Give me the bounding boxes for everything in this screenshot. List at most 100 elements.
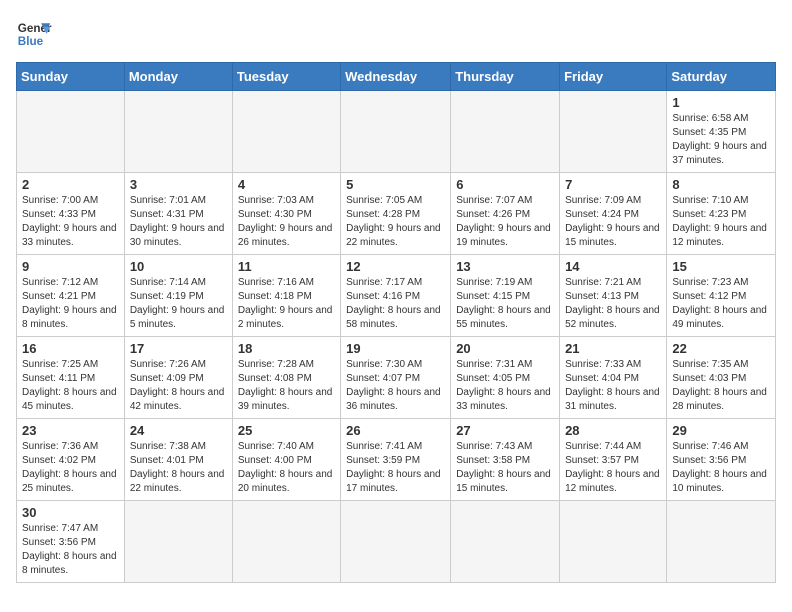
calendar-week: 1Sunrise: 6:58 AM Sunset: 4:35 PM Daylig… — [17, 91, 776, 173]
calendar-cell: 27 Sunrise: 7:43 AM Sunset: 3:58 PM Dayli… — [451, 419, 560, 501]
calendar-cell: 19 Sunrise: 7:30 AM Sunset: 4:07 PM Dayli… — [341, 337, 451, 419]
calendar-week: 16 Sunrise: 7:25 AM Sunset: 4:11 PM Dayli… — [17, 337, 776, 419]
calendar-cell — [17, 91, 125, 173]
day-info: Sunrise: 7:01 AM Sunset: 4:31 PM Dayligh… — [130, 194, 227, 250]
day-info: Sunrise: 7:41 AM Sunset: 3:59 PM Dayligh… — [346, 440, 445, 496]
day-number: 25 — [238, 423, 335, 438]
weekday-header: Saturday — [667, 63, 776, 91]
calendar-cell: 7Sunrise: 7:09 AM Sunset: 4:24 PM Daylig… — [560, 173, 667, 255]
day-number: 6 — [456, 177, 554, 192]
day-number: 19 — [346, 341, 445, 356]
day-info: Sunrise: 7:07 AM Sunset: 4:26 PM Dayligh… — [456, 194, 554, 250]
day-number: 24 — [130, 423, 227, 438]
day-number: 13 — [456, 259, 554, 274]
day-number: 11 — [238, 259, 335, 274]
day-number: 21 — [565, 341, 661, 356]
calendar-cell: 11 Sunrise: 7:16 AM Sunset: 4:18 PM Dayli… — [232, 255, 340, 337]
calendar-cell: 22Sunrise: 7:35 AM Sunset: 4:03 PM Dayli… — [667, 337, 776, 419]
calendar-week: 2 Sunrise: 7:00 AM Sunset: 4:33 PM Daylig… — [17, 173, 776, 255]
day-number: 4 — [238, 177, 335, 192]
day-info: Sunrise: 7:00 AM Sunset: 4:33 PM Dayligh… — [22, 194, 119, 250]
calendar: SundayMondayTuesdayWednesdayThursdayFrid… — [16, 62, 776, 583]
calendar-cell: 8Sunrise: 7:10 AM Sunset: 4:23 PM Daylig… — [667, 173, 776, 255]
calendar-cell: 24 Sunrise: 7:38 AM Sunset: 4:01 PM Dayli… — [124, 419, 232, 501]
calendar-week: 9Sunrise: 7:12 AM Sunset: 4:21 PM Daylig… — [17, 255, 776, 337]
day-info: Sunrise: 7:23 AM Sunset: 4:12 PM Dayligh… — [672, 276, 770, 332]
logo: General Blue — [16, 16, 56, 52]
calendar-cell: 20Sunrise: 7:31 AM Sunset: 4:05 PM Dayli… — [451, 337, 560, 419]
svg-text:Blue: Blue — [18, 35, 44, 48]
day-info: Sunrise: 7:43 AM Sunset: 3:58 PM Dayligh… — [456, 440, 554, 496]
calendar-cell: 10 Sunrise: 7:14 AM Sunset: 4:19 PM Dayli… — [124, 255, 232, 337]
day-info: Sunrise: 7:40 AM Sunset: 4:00 PM Dayligh… — [238, 440, 335, 496]
day-number: 9 — [22, 259, 119, 274]
weekday-header: Monday — [124, 63, 232, 91]
weekday-header: Friday — [560, 63, 667, 91]
logo-icon: General Blue — [16, 16, 52, 52]
calendar-cell: 17 Sunrise: 7:26 AM Sunset: 4:09 PM Dayli… — [124, 337, 232, 419]
page-header: General Blue — [16, 16, 776, 52]
calendar-cell: 1Sunrise: 6:58 AM Sunset: 4:35 PM Daylig… — [667, 91, 776, 173]
day-number: 5 — [346, 177, 445, 192]
calendar-cell: 9Sunrise: 7:12 AM Sunset: 4:21 PM Daylig… — [17, 255, 125, 337]
calendar-cell: 6 Sunrise: 7:07 AM Sunset: 4:26 PM Daylig… — [451, 173, 560, 255]
calendar-cell — [451, 91, 560, 173]
calendar-cell: 18 Sunrise: 7:28 AM Sunset: 4:08 PM Dayli… — [232, 337, 340, 419]
weekday-header: Thursday — [451, 63, 560, 91]
day-info: Sunrise: 7:28 AM Sunset: 4:08 PM Dayligh… — [238, 358, 335, 414]
calendar-cell — [232, 501, 340, 583]
calendar-cell: 16 Sunrise: 7:25 AM Sunset: 4:11 PM Dayli… — [17, 337, 125, 419]
day-number: 3 — [130, 177, 227, 192]
day-info: Sunrise: 7:44 AM Sunset: 3:57 PM Dayligh… — [565, 440, 661, 496]
calendar-cell: 13Sunrise: 7:19 AM Sunset: 4:15 PM Dayli… — [451, 255, 560, 337]
day-info: Sunrise: 7:17 AM Sunset: 4:16 PM Dayligh… — [346, 276, 445, 332]
day-info: Sunrise: 7:25 AM Sunset: 4:11 PM Dayligh… — [22, 358, 119, 414]
weekday-header: Sunday — [17, 63, 125, 91]
day-info: Sunrise: 7:36 AM Sunset: 4:02 PM Dayligh… — [22, 440, 119, 496]
day-number: 10 — [130, 259, 227, 274]
day-number: 2 — [22, 177, 119, 192]
day-info: Sunrise: 7:16 AM Sunset: 4:18 PM Dayligh… — [238, 276, 335, 332]
day-info: Sunrise: 7:10 AM Sunset: 4:23 PM Dayligh… — [672, 194, 770, 250]
day-info: Sunrise: 7:26 AM Sunset: 4:09 PM Dayligh… — [130, 358, 227, 414]
day-info: Sunrise: 7:46 AM Sunset: 3:56 PM Dayligh… — [672, 440, 770, 496]
day-number: 20 — [456, 341, 554, 356]
calendar-week: 23Sunrise: 7:36 AM Sunset: 4:02 PM Dayli… — [17, 419, 776, 501]
day-info: Sunrise: 7:38 AM Sunset: 4:01 PM Dayligh… — [130, 440, 227, 496]
day-info: Sunrise: 7:03 AM Sunset: 4:30 PM Dayligh… — [238, 194, 335, 250]
calendar-cell — [667, 501, 776, 583]
day-info: Sunrise: 7:33 AM Sunset: 4:04 PM Dayligh… — [565, 358, 661, 414]
weekday-header: Wednesday — [341, 63, 451, 91]
day-info: Sunrise: 7:14 AM Sunset: 4:19 PM Dayligh… — [130, 276, 227, 332]
day-number: 29 — [672, 423, 770, 438]
day-number: 30 — [22, 505, 119, 520]
day-number: 12 — [346, 259, 445, 274]
calendar-cell — [560, 91, 667, 173]
calendar-cell: 21 Sunrise: 7:33 AM Sunset: 4:04 PM Dayli… — [560, 337, 667, 419]
day-info: Sunrise: 7:47 AM Sunset: 3:56 PM Dayligh… — [22, 522, 119, 578]
day-info: Sunrise: 7:30 AM Sunset: 4:07 PM Dayligh… — [346, 358, 445, 414]
calendar-cell: 28 Sunrise: 7:44 AM Sunset: 3:57 PM Dayli… — [560, 419, 667, 501]
calendar-cell — [232, 91, 340, 173]
day-info: Sunrise: 7:05 AM Sunset: 4:28 PM Dayligh… — [346, 194, 445, 250]
calendar-cell: 25 Sunrise: 7:40 AM Sunset: 4:00 PM Dayli… — [232, 419, 340, 501]
calendar-header: SundayMondayTuesdayWednesdayThursdayFrid… — [17, 63, 776, 91]
calendar-cell — [560, 501, 667, 583]
calendar-cell — [341, 91, 451, 173]
calendar-cell: 29 Sunrise: 7:46 AM Sunset: 3:56 PM Dayli… — [667, 419, 776, 501]
day-number: 18 — [238, 341, 335, 356]
day-number: 14 — [565, 259, 661, 274]
calendar-cell: 2 Sunrise: 7:00 AM Sunset: 4:33 PM Daylig… — [17, 173, 125, 255]
calendar-cell — [124, 91, 232, 173]
day-info: Sunrise: 7:21 AM Sunset: 4:13 PM Dayligh… — [565, 276, 661, 332]
day-number: 16 — [22, 341, 119, 356]
calendar-cell: 30 Sunrise: 7:47 AM Sunset: 3:56 PM Dayli… — [17, 501, 125, 583]
day-number: 27 — [456, 423, 554, 438]
calendar-cell: 5 Sunrise: 7:05 AM Sunset: 4:28 PM Daylig… — [341, 173, 451, 255]
calendar-cell: 3 Sunrise: 7:01 AM Sunset: 4:31 PM Daylig… — [124, 173, 232, 255]
weekday-header: Tuesday — [232, 63, 340, 91]
day-number: 26 — [346, 423, 445, 438]
calendar-cell: 15Sunrise: 7:23 AM Sunset: 4:12 PM Dayli… — [667, 255, 776, 337]
day-number: 28 — [565, 423, 661, 438]
day-number: 17 — [130, 341, 227, 356]
